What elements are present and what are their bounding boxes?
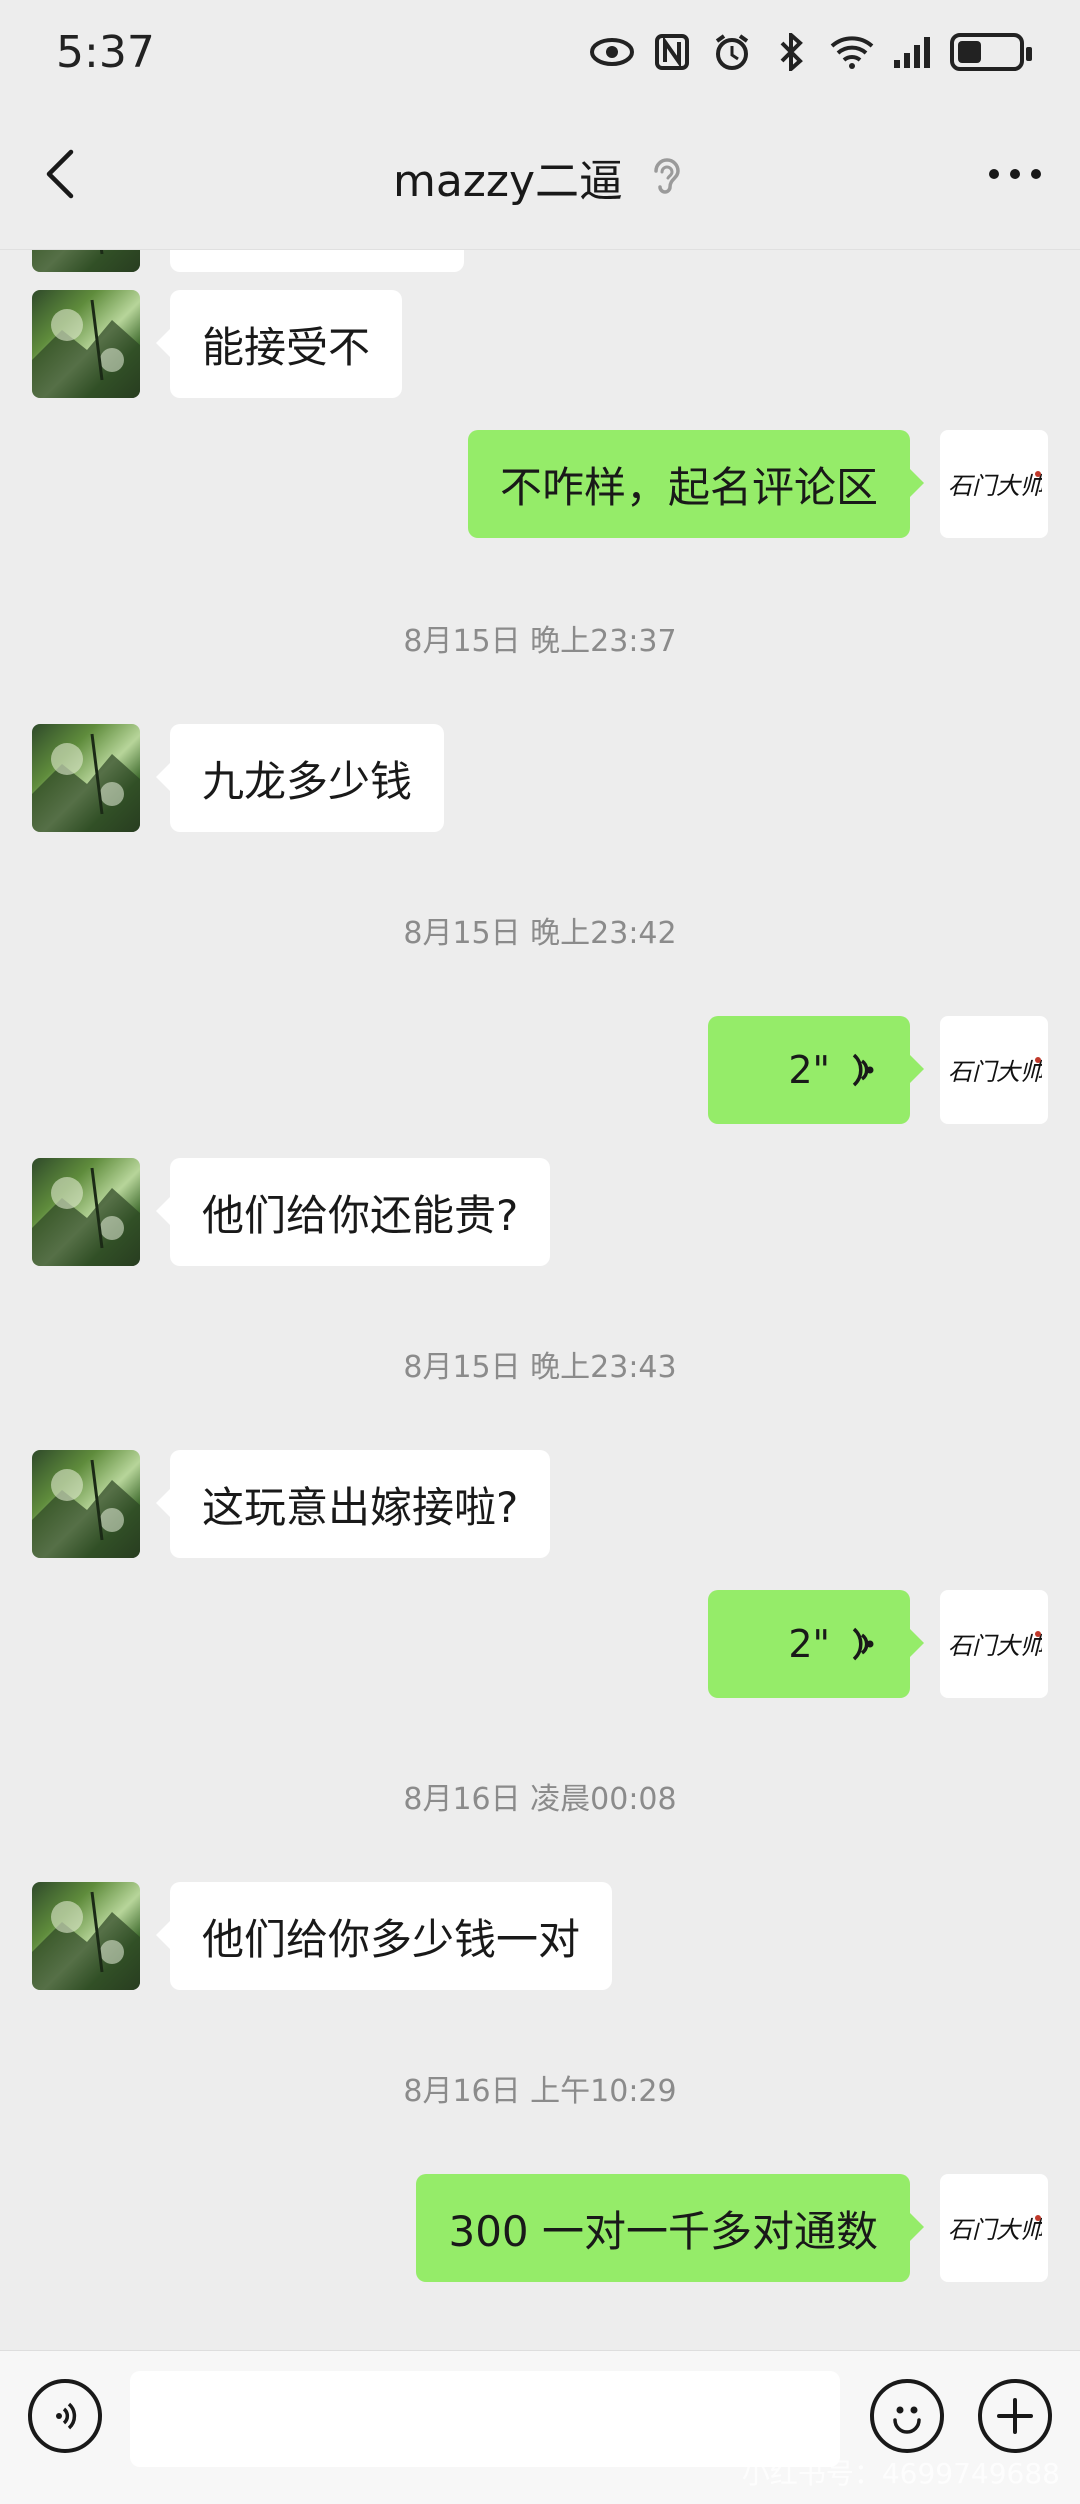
voice-duration: 2" [788,1622,830,1666]
contact-avatar[interactable] [32,1158,140,1266]
contact-avatar[interactable] [32,1450,140,1558]
status-bar: 5:37 [0,0,1080,104]
message-row-incoming: 他们给你还能贵? [0,1158,1080,1266]
emoji-icon [893,2406,921,2434]
message-bubble[interactable]: 不咋样，起名评论区 [467,430,925,538]
watermark: 小红书号：4699749688 [741,2457,1060,2490]
my-avatar[interactable]: 石门大帅 [940,2174,1048,2282]
bluetooth-icon [770,30,814,74]
message-bubble-partial[interactable] [170,250,464,272]
message-row-outgoing: 2" 石门大帅 [0,1590,1080,1698]
message-bubble[interactable]: 他们给你还能贵? [155,1158,551,1266]
message-row-incoming: 能接受不 [0,290,1080,398]
message-bubble[interactable]: 能接受不 [155,290,403,398]
eye-icon [590,30,634,74]
nfc-icon [650,30,694,74]
contact-avatar[interactable] [32,250,140,272]
contact-avatar[interactable] [32,290,140,398]
voice-duration: 2" [788,1048,830,1092]
message-bubble[interactable]: 他们给你多少钱一对 [155,1882,613,1990]
message-row-incoming: 这玩意出嫁接啦? [0,1450,1080,1558]
message-timestamp: 8月15日 晚上23:37 [403,624,677,659]
message-bubble[interactable]: 九龙多少钱 [155,724,445,832]
message-row-outgoing: 300 一对一千多对通数 石门大帅 [0,2174,1080,2282]
message-row-incoming: 九龙多少钱 [0,724,1080,832]
message-row-incoming: 他们给你多少钱一对 [0,1882,1080,1990]
voice-input-button[interactable] [28,2379,102,2453]
contact-avatar[interactable] [32,724,140,832]
my-avatar[interactable]: 石门大帅 [940,1016,1048,1124]
voice-input-icon [56,2402,77,2430]
message-timestamp: 8月15日 晚上23:43 [403,1350,677,1385]
message-row-outgoing: 2" 石门大帅 [0,1016,1080,1124]
message-row-partial [0,250,1080,272]
voice-wave-icon [852,1627,874,1661]
chat-message-list[interactable]: 能接受不 不咋样，起名评论区 石门大帅 8月15日 晚上23:37 九龙多少钱 … [0,250,1080,2350]
alarm-icon [710,30,754,74]
contact-avatar[interactable] [32,1882,140,1990]
plus-icon [997,2398,1033,2434]
message-row-outgoing: 不咋样，起名评论区 石门大帅 [0,430,1080,538]
chat-title: mazzy二逼 [393,145,687,209]
message-bubble[interactable]: 300 一对一千多对通数 [416,2174,924,2282]
back-arrow-icon [46,149,74,199]
message-timestamp: 8月16日 上午10:29 [403,2074,677,2109]
ear-icon [647,155,687,199]
voice-message-bubble[interactable]: 2" [708,1590,924,1698]
my-avatar[interactable]: 石门大帅 [940,430,1048,538]
wifi-icon [830,30,874,74]
input-bar: 小红书号：4699749688 [0,2350,1080,2504]
status-time: 5:37 [56,26,155,78]
my-avatar-label: 石门大帅 [948,472,1042,500]
plus-button[interactable] [978,2379,1052,2453]
my-avatar-label: 石门大帅 [948,1058,1042,1086]
message-timestamp: 8月16日 凌晨00:08 [403,1782,677,1817]
voice-message-bubble[interactable]: 2" [708,1016,924,1124]
my-avatar-label: 石门大帅 [948,1632,1042,1660]
message-input[interactable] [130,2371,840,2467]
chat-header: mazzy二逼 [0,104,1080,250]
emoji-button[interactable] [870,2379,944,2453]
message-bubble[interactable]: 这玩意出嫁接啦? [155,1450,551,1558]
my-avatar[interactable]: 石门大帅 [940,1590,1048,1698]
more-button[interactable] [980,144,1050,204]
more-icon [989,169,1041,179]
voice-wave-icon [852,1053,874,1087]
back-button[interactable] [30,144,90,204]
contact-name: mazzy二逼 [392,155,624,207]
battery-icon [950,33,1032,71]
message-timestamp: 8月15日 晚上23:42 [403,916,677,951]
signal-icon [890,30,934,74]
status-icons [590,30,1032,74]
my-avatar-label: 石门大帅 [948,2216,1042,2244]
